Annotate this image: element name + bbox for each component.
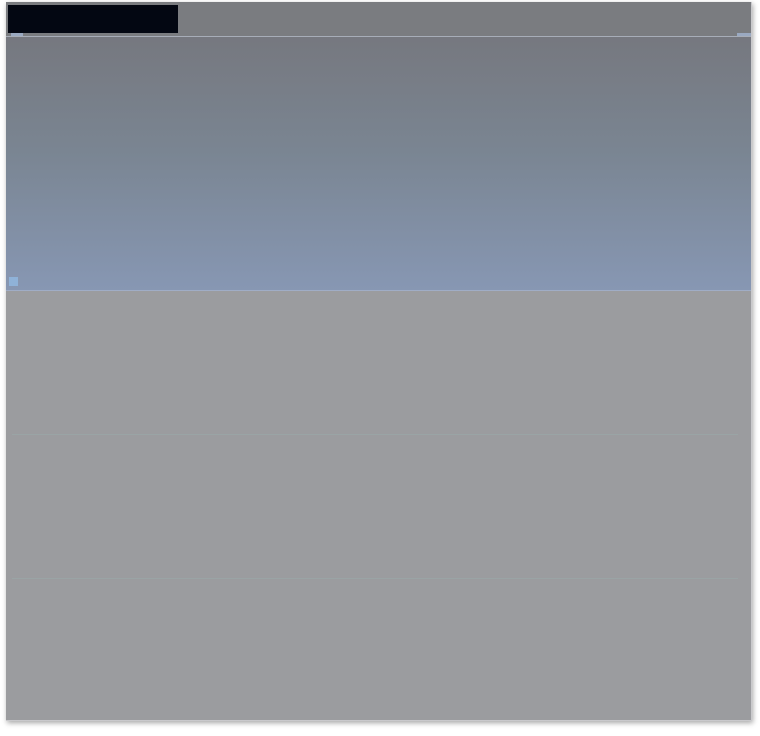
left-resize-handle[interactable] — [11, 33, 23, 36]
viewport-lower-panel — [6, 291, 751, 720]
right-resize-handle[interactable] — [737, 33, 751, 36]
app-window — [6, 2, 752, 721]
title-bar — [6, 2, 751, 36]
panel-divider — [12, 434, 738, 435]
panel-divider — [12, 578, 738, 579]
viewport-sky-panel — [6, 37, 751, 291]
corner-marker-icon[interactable] — [9, 277, 18, 286]
window-title-block[interactable] — [8, 5, 178, 33]
